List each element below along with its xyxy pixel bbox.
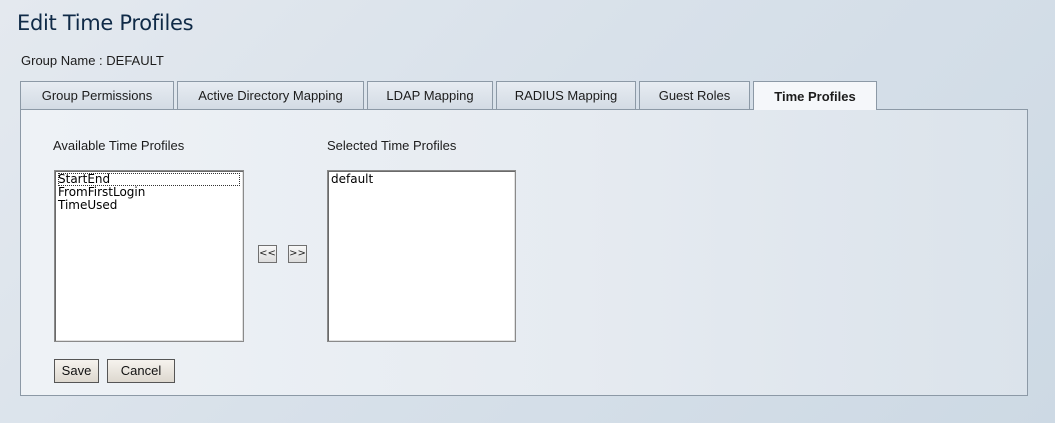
tab-group-permissions[interactable]: Group Permissions [20,81,174,109]
group-name-label: Group Name : DEFAULT [21,53,164,68]
selected-profiles-list[interactable]: default [327,170,516,342]
remove-profile-button[interactable]: << [258,245,277,263]
time-profiles-panel: Available Time Profiles Selected Time Pr… [20,109,1028,396]
tab-guest-roles[interactable]: Guest Roles [639,81,750,109]
tab-bar: Group Permissions Active Directory Mappi… [20,81,880,110]
add-profile-button[interactable]: >> [288,245,307,263]
tab-ldap-mapping[interactable]: LDAP Mapping [367,81,493,109]
available-profiles-label: Available Time Profiles [53,138,185,153]
list-item[interactable]: TimeUsed [58,199,240,212]
cancel-button[interactable]: Cancel [107,359,175,383]
tab-radius-mapping[interactable]: RADIUS Mapping [496,81,636,109]
list-item[interactable]: default [331,173,512,186]
tab-active-directory-mapping[interactable]: Active Directory Mapping [177,81,364,109]
save-button[interactable]: Save [54,359,99,383]
available-profiles-list[interactable]: StartEnd FromFirstLogin TimeUsed [54,170,244,342]
selected-profiles-label: Selected Time Profiles [327,138,457,153]
tab-time-profiles[interactable]: Time Profiles [753,81,877,110]
page-title: Edit Time Profiles [17,11,194,35]
